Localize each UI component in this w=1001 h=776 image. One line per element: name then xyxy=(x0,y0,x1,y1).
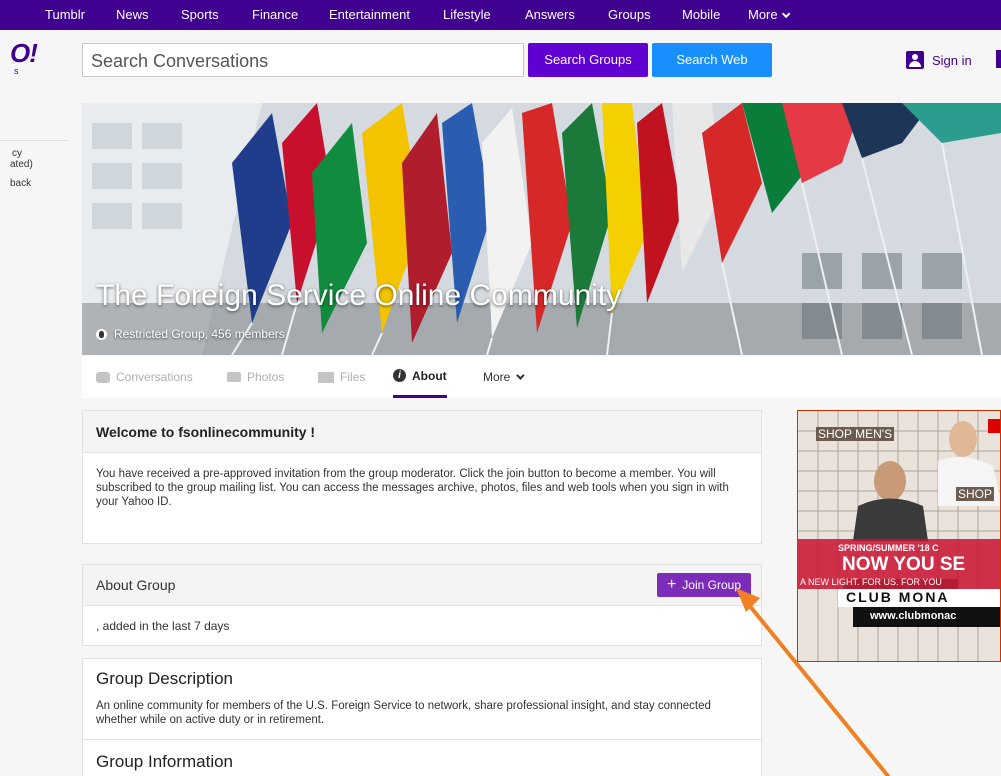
sidebar-divider xyxy=(0,140,68,141)
flags-photo xyxy=(82,103,1001,355)
plus-icon: + xyxy=(666,576,677,593)
nav-link-groups[interactable]: Groups xyxy=(608,0,651,30)
tab-photos[interactable]: Photos xyxy=(227,356,284,398)
ad-shop-womens[interactable]: SHOP xyxy=(956,487,995,501)
sign-in-link[interactable]: Sign in xyxy=(906,50,972,70)
tab-about-label: About xyxy=(412,368,447,383)
join-group-label: Join Group xyxy=(682,578,741,592)
tab-more[interactable]: More xyxy=(483,356,526,398)
chat-icon xyxy=(96,371,110,383)
nav-link-finance[interactable]: Finance xyxy=(252,0,298,30)
welcome-card: Welcome to fsonlinecommunity ! You have … xyxy=(82,410,762,544)
nav-link-mobile[interactable]: Mobile xyxy=(682,0,720,30)
group-membership-text: Restricted Group, 456 members xyxy=(114,327,285,341)
tab-files[interactable]: Files xyxy=(318,356,365,398)
club-monaco-ad[interactable]: SHOP MEN'S SHOP SPRING/SUMMER '18 C NOW … xyxy=(797,410,1001,662)
nav-more-label: More xyxy=(748,7,778,22)
nav-link-entertainment[interactable]: Entertainment xyxy=(329,0,410,30)
nav-link-answers[interactable]: Answers xyxy=(525,0,575,30)
top-nav-bar: Tumblr News Sports Finance Entertainment… xyxy=(0,0,1001,30)
ad-brand: CLUB MONA xyxy=(846,589,950,605)
tab-photos-label: Photos xyxy=(247,370,285,384)
search-web-button[interactable]: Search Web xyxy=(652,43,772,77)
chevron-down-icon xyxy=(781,9,790,19)
ad-shop-mens[interactable]: SHOP MEN'S xyxy=(816,427,895,441)
welcome-message: You have received a pre-approved invitat… xyxy=(96,468,729,508)
ad-url[interactable]: www.clubmonac xyxy=(870,610,956,622)
group-description-title: Group Description xyxy=(96,669,234,688)
about-group-header: About Group + Join Group xyxy=(83,565,761,606)
group-information-title: Group Information xyxy=(96,752,234,771)
ad-artwork xyxy=(798,411,1000,661)
sidebar-fragment-line-2: ated) xyxy=(10,159,33,170)
tab-conversations-label: Conversations xyxy=(116,370,193,384)
search-input[interactable]: Search Conversations xyxy=(82,43,524,77)
ad-season: SPRING/SUMMER '18 C xyxy=(838,543,939,553)
search-groups-button[interactable]: Search Groups xyxy=(528,43,648,77)
about-group-card: About Group + Join Group , added in the … xyxy=(82,564,762,646)
nav-more-menu[interactable]: More xyxy=(748,0,790,30)
sidebar-fragment-line-3[interactable]: back xyxy=(10,178,31,189)
tab-files-label: Files xyxy=(340,370,366,384)
group-added-text: , added in the last 7 days xyxy=(96,619,230,633)
nav-link-lifestyle[interactable]: Lifestyle xyxy=(443,0,491,30)
restricted-group-icon xyxy=(96,328,107,340)
group-tabs: Conversations Photos Files i About More xyxy=(82,356,1001,398)
camera-icon xyxy=(227,372,241,382)
chevron-down-icon xyxy=(516,371,526,380)
yahoo-logo[interactable]: O! xyxy=(10,38,38,69)
group-description-text: An online community for members of the U… xyxy=(83,689,761,740)
about-group-title: About Group xyxy=(96,577,176,593)
sign-in-label: Sign in xyxy=(932,52,972,68)
tab-more-label: More xyxy=(483,370,511,384)
join-group-button[interactable]: + Join Group xyxy=(656,573,751,597)
folder-icon xyxy=(318,371,334,383)
group-description-card: Group Description An online community fo… xyxy=(82,658,762,776)
tab-about[interactable]: i About xyxy=(393,356,447,398)
info-icon: i xyxy=(393,369,406,382)
welcome-header: Welcome to fsonlinecommunity ! xyxy=(83,411,761,453)
nav-link-tumblr[interactable]: Tumblr xyxy=(45,0,85,30)
mail-icon[interactable] xyxy=(996,50,1001,68)
user-icon xyxy=(906,51,924,69)
group-meta: Restricted Group, 456 members xyxy=(96,327,285,341)
group-title: The Foreign Service Online Community xyxy=(96,279,622,312)
ad-headline: NOW YOU SE xyxy=(842,554,966,575)
tab-conversations[interactable]: Conversations xyxy=(96,356,193,398)
logo-suffix: s xyxy=(14,66,19,76)
ad-tagline: A NEW LIGHT. FOR US. FOR YOU xyxy=(800,577,942,587)
nav-link-news[interactable]: News xyxy=(116,0,149,30)
welcome-title: Welcome to fsonlinecommunity ! xyxy=(96,423,316,440)
sidebar-fragment-line-1: cy xyxy=(12,148,22,159)
group-cover-image: The Foreign Service Online Community Res… xyxy=(82,103,1001,355)
nav-link-sports[interactable]: Sports xyxy=(181,0,219,30)
